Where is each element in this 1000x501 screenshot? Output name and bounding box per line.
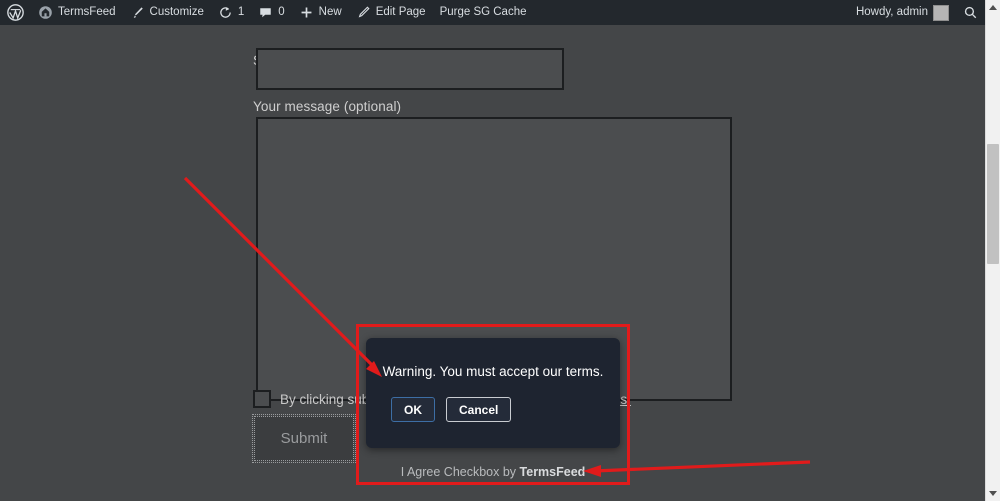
message-label: Your message (optional) xyxy=(253,99,402,114)
adminbar-item-new[interactable]: New xyxy=(292,0,349,25)
adminbar-account-area: Howdy, admin xyxy=(849,0,985,25)
submit-button[interactable]: Submit xyxy=(252,414,356,463)
home-icon xyxy=(38,5,53,20)
adminbar-item-customize[interactable]: Customize xyxy=(123,0,211,25)
adminbar-customize-label: Customize xyxy=(149,5,204,18)
adminbar-item-purge-cache[interactable]: Purge SG Cache xyxy=(433,0,534,25)
adminbar-purge-cache-label: Purge SG Cache xyxy=(439,5,527,18)
pencil-icon xyxy=(356,5,371,20)
brush-icon xyxy=(130,5,145,20)
browser-viewport: TermsFeed Customize 1 0 New Edit Page Pu… xyxy=(0,0,985,501)
search-icon xyxy=(963,5,978,20)
revisions-icon xyxy=(218,5,233,20)
scrollbar-thumb[interactable] xyxy=(987,144,999,264)
dialog-button-group: OK Cancel xyxy=(391,397,512,422)
avatar xyxy=(933,4,949,21)
adminbar-item-updates[interactable]: 1 xyxy=(211,0,251,25)
adminbar-site-name-label: TermsFeed xyxy=(58,5,116,18)
adminbar-comments-count: 0 xyxy=(278,5,285,18)
page-content: Subject Your message (optional) By click… xyxy=(0,25,985,501)
wordpress-logo-icon xyxy=(7,4,24,21)
scrollbar-down-button[interactable] xyxy=(986,486,1000,501)
adminbar-item-wordpress-logo[interactable] xyxy=(0,0,31,25)
attribution-prefix: I Agree Checkbox by xyxy=(400,465,520,479)
comment-bubble-icon xyxy=(258,5,273,20)
vertical-scrollbar[interactable] xyxy=(985,0,1000,501)
adminbar-item-site-name[interactable]: TermsFeed xyxy=(31,0,123,25)
adminbar-item-search[interactable] xyxy=(956,0,985,25)
dialog-ok-button[interactable]: OK xyxy=(391,397,435,422)
adminbar-new-label: New xyxy=(318,5,342,18)
adminbar-item-my-account[interactable]: Howdy, admin xyxy=(849,0,956,25)
subject-input[interactable] xyxy=(256,48,564,90)
plus-icon xyxy=(299,5,314,20)
chevron-up-icon xyxy=(989,5,997,10)
chevron-down-icon xyxy=(989,491,997,496)
adminbar-greeting-label: Howdy, admin xyxy=(855,5,928,18)
dialog-cancel-button[interactable]: Cancel xyxy=(446,397,512,422)
adminbar-updates-count: 1 xyxy=(237,5,245,18)
consent-checkbox[interactable] xyxy=(253,390,271,408)
adminbar-item-edit-page[interactable]: Edit Page xyxy=(349,0,433,25)
termsfeed-attribution: I Agree Checkbox by TermsFeed xyxy=(356,465,630,479)
scrollbar-up-button[interactable] xyxy=(986,0,1000,15)
attribution-brand: TermsFeed xyxy=(519,465,586,479)
wp-admin-bar: TermsFeed Customize 1 0 New Edit Page Pu… xyxy=(0,0,985,25)
adminbar-item-comments[interactable]: 0 xyxy=(251,0,291,25)
dialog-message: Warning. You must accept our terms. xyxy=(382,364,604,379)
adminbar-edit-page-label: Edit Page xyxy=(375,5,426,18)
warning-dialog: Warning. You must accept our terms. OK C… xyxy=(366,338,620,448)
